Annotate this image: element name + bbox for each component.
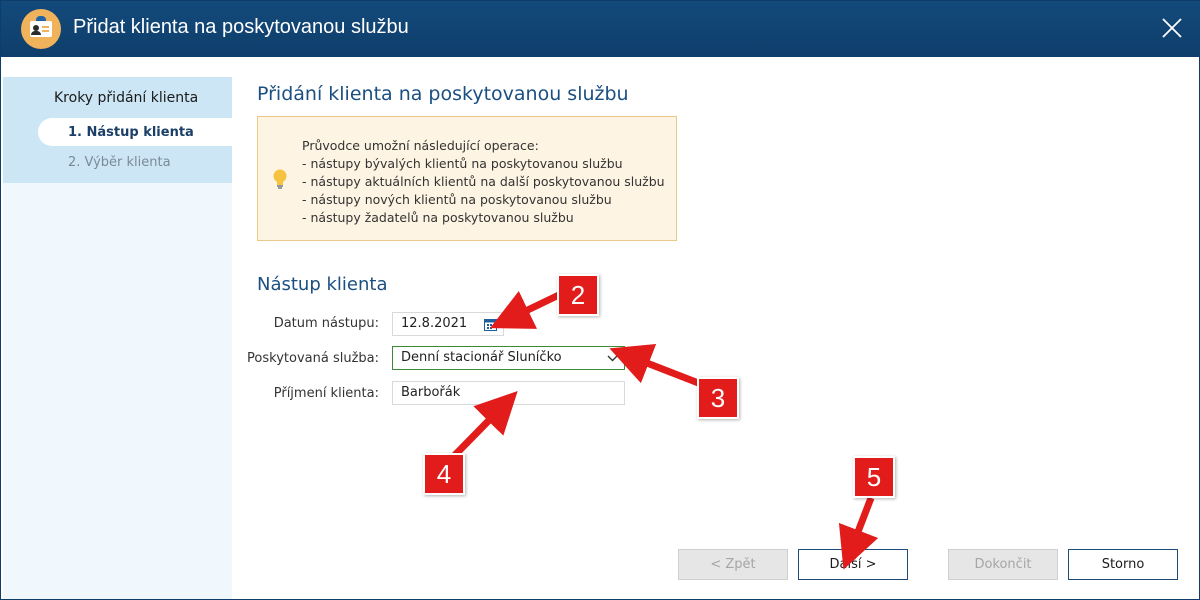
step-nastup-klienta[interactable]: 1. Nástup klienta: [38, 118, 232, 146]
info-line: - nástupy aktuálních klientů na další po…: [302, 174, 665, 189]
date-label: Datum nástupu:: [273, 316, 379, 331]
info-box: Průvodce umožní následující operace: - n…: [257, 116, 677, 241]
callout-badge-4: 4: [423, 453, 465, 495]
info-line: - nástupy bývalých klientů na poskytovan…: [302, 156, 623, 171]
arrow-3: [609, 344, 703, 388]
title-bar: Přidat klienta na poskytovanou službu: [1, 1, 1200, 57]
surname-value: Barbořák: [401, 385, 461, 400]
step-label: 1. Nástup klienta: [68, 125, 194, 140]
surname-label: Příjmení klienta:: [273, 386, 379, 401]
client-card-icon: [21, 9, 61, 49]
info-line: Průvodce umožní následující operace:: [302, 138, 539, 153]
section-title: Nástup klienta: [257, 274, 388, 295]
step-vyber-klienta[interactable]: 2. Výběr klienta: [68, 155, 171, 170]
callout-badge-5: 5: [853, 456, 895, 498]
arrow-5: [838, 496, 879, 570]
steps-title: Kroky přidání klienta: [54, 90, 199, 106]
arrow-2: [490, 290, 563, 329]
cancel-button[interactable]: Storno: [1068, 549, 1178, 580]
info-text: Průvodce umožní následující operace: - n…: [302, 137, 665, 227]
close-button[interactable]: [1145, 1, 1200, 57]
date-value: 12.8.2021: [401, 316, 468, 331]
calendar-icon[interactable]: [484, 318, 497, 331]
close-icon: [1162, 18, 1182, 38]
page-title: Přidání klienta na poskytovanou službu: [257, 83, 629, 105]
callout-badge-2: 2: [557, 274, 599, 316]
chevron-down-icon: [607, 355, 618, 362]
date-field[interactable]: 12.8.2021: [392, 312, 504, 336]
next-button[interactable]: Další >: [798, 549, 908, 580]
service-select[interactable]: Denní stacionář Sluníčko: [392, 346, 625, 370]
window-title: Přidat klienta na poskytovanou službu: [73, 16, 409, 38]
service-label: Poskytovaná služba:: [247, 351, 379, 366]
info-line: - nástupy nových klientů na poskytovanou…: [302, 192, 612, 207]
steps-sidebar: Kroky přidání klienta 1. Nástup klienta …: [3, 77, 232, 599]
service-value: Denní stacionář Sluníčko: [401, 350, 562, 365]
finish-button[interactable]: Dokončit: [948, 549, 1058, 580]
arrow-4: [451, 391, 518, 459]
lightbulb-icon: [273, 169, 287, 189]
steps-panel: Kroky přidání klienta 1. Nástup klienta …: [3, 77, 232, 183]
callout-badge-3: 3: [697, 377, 739, 419]
surname-input[interactable]: Barbořák: [392, 381, 625, 405]
dialog-window: Přidat klienta na poskytovanou službu Kr…: [0, 0, 1200, 600]
info-line: - nástupy žadatelů na poskytovanou služb…: [302, 210, 574, 225]
back-button[interactable]: < Zpět: [678, 549, 788, 580]
